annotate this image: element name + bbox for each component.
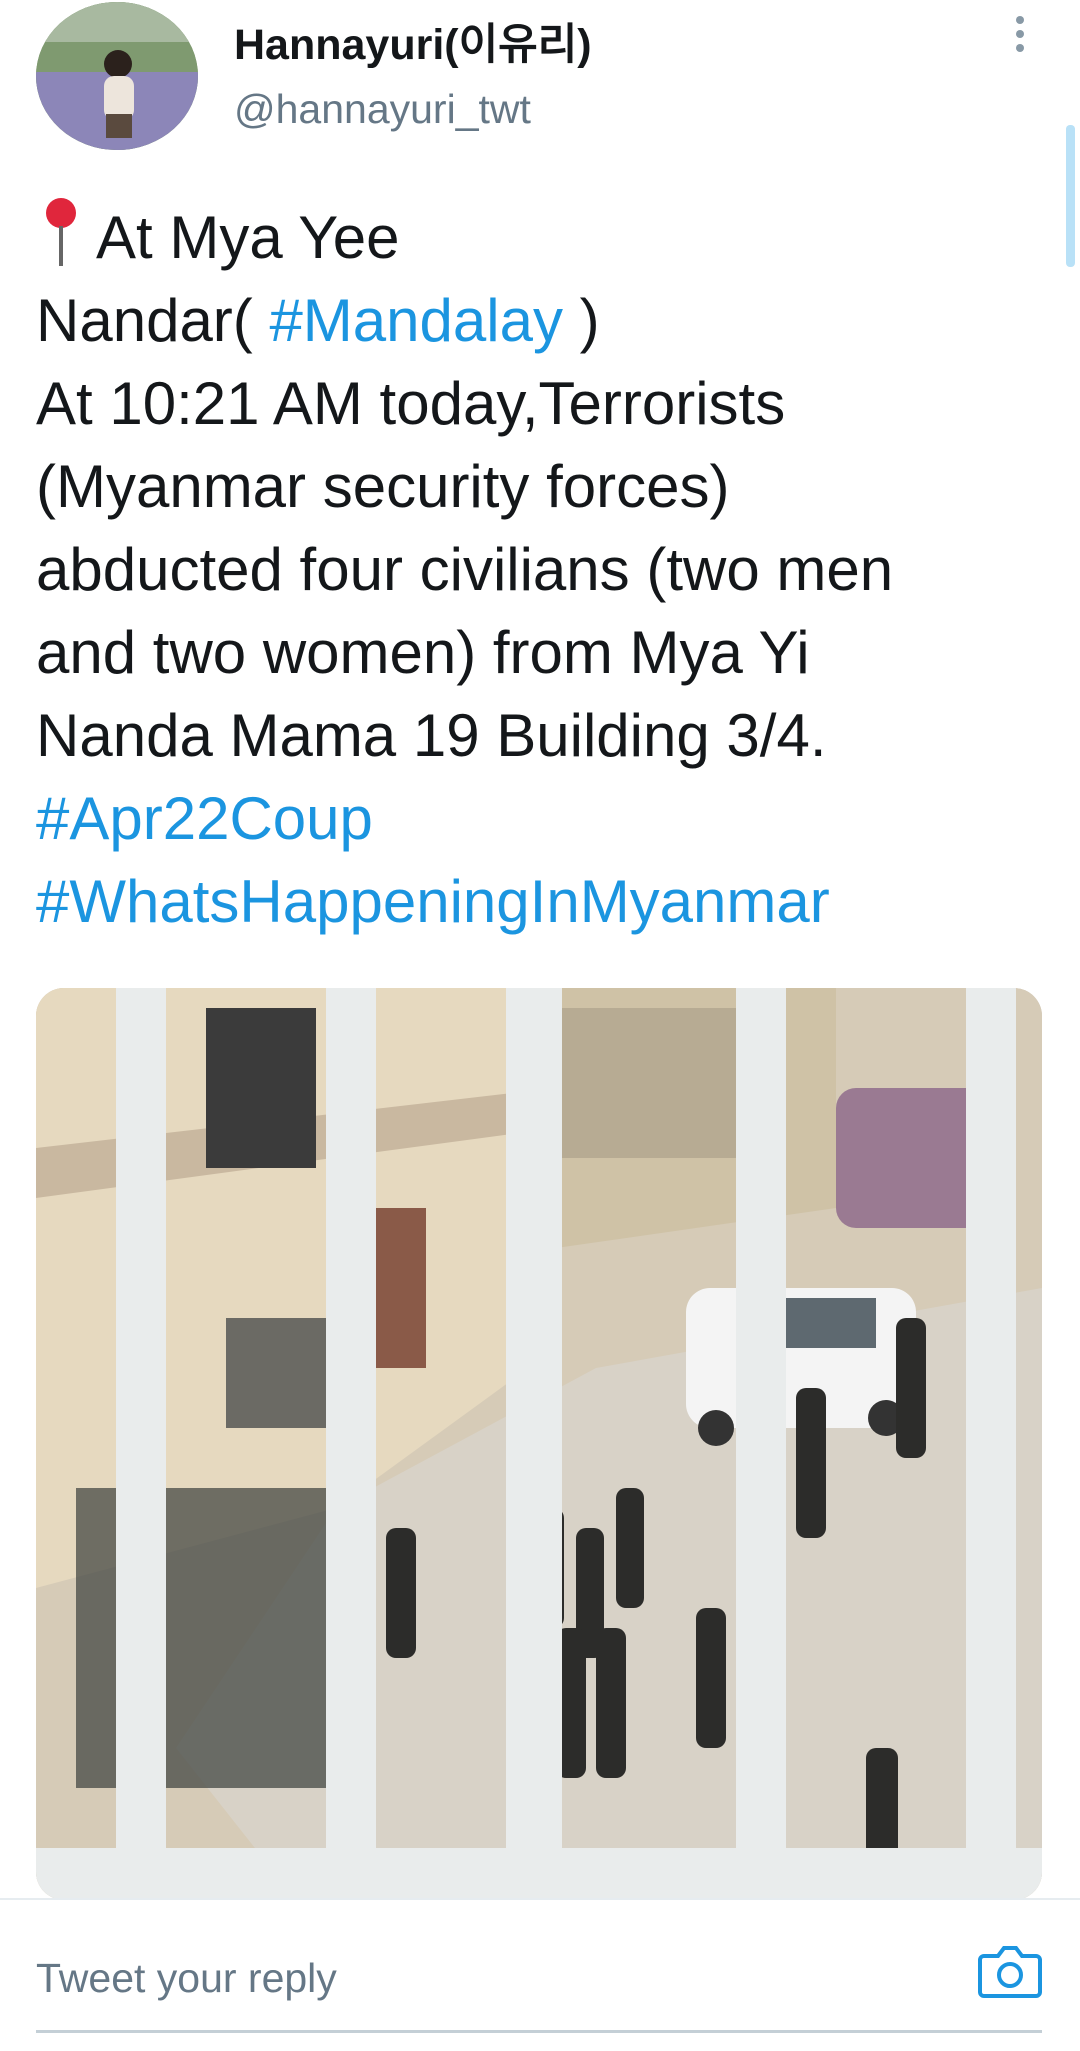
tweet-line: and two women) from Mya Yi [36,619,810,686]
tweet-line: At Mya Yee [36,196,1046,279]
tweet-line: Nandar( #Mandalay ) [36,279,1046,362]
scrollbar[interactable] [1066,125,1075,267]
user-handle[interactable]: @hannayuri_twt [234,86,531,133]
tweet-line: At 10:21 AM today,Terrorists [36,370,786,437]
tweet-text-fragment: ) [562,287,600,354]
more-vertical-icon[interactable] [1000,10,1040,70]
tweet-line: Nanda Mama 19 Building 3/4. [36,702,827,769]
hashtag-whatshappeninginmyanmar[interactable]: #WhatsHappeningInMyanmar [36,860,1046,943]
tweet-photo[interactable] [36,988,1042,1900]
camera-icon[interactable] [978,1942,1042,2000]
hashtag-apr22coup[interactable]: #Apr22Coup [36,777,1046,860]
tweet-location: At Mya Yee [96,204,400,271]
tweet-line: (Myanmar security forces) [36,453,730,520]
reply-input[interactable]: Tweet your reply [36,1955,337,2002]
reply-underline [36,2030,1042,2033]
tweet-line: abducted four civilians (two men [36,536,894,603]
display-name[interactable]: Hannayuri(이유리) [234,10,592,72]
hashtag-mandalay[interactable]: #Mandalay [269,287,563,354]
tweet-text-fragment: Nandar( [36,287,270,354]
round-pushpin-icon [36,196,86,266]
avatar[interactable] [36,2,198,150]
tweet-text: At Mya Yee Nandar( #Mandalay ) At 10:21 … [36,196,1046,943]
